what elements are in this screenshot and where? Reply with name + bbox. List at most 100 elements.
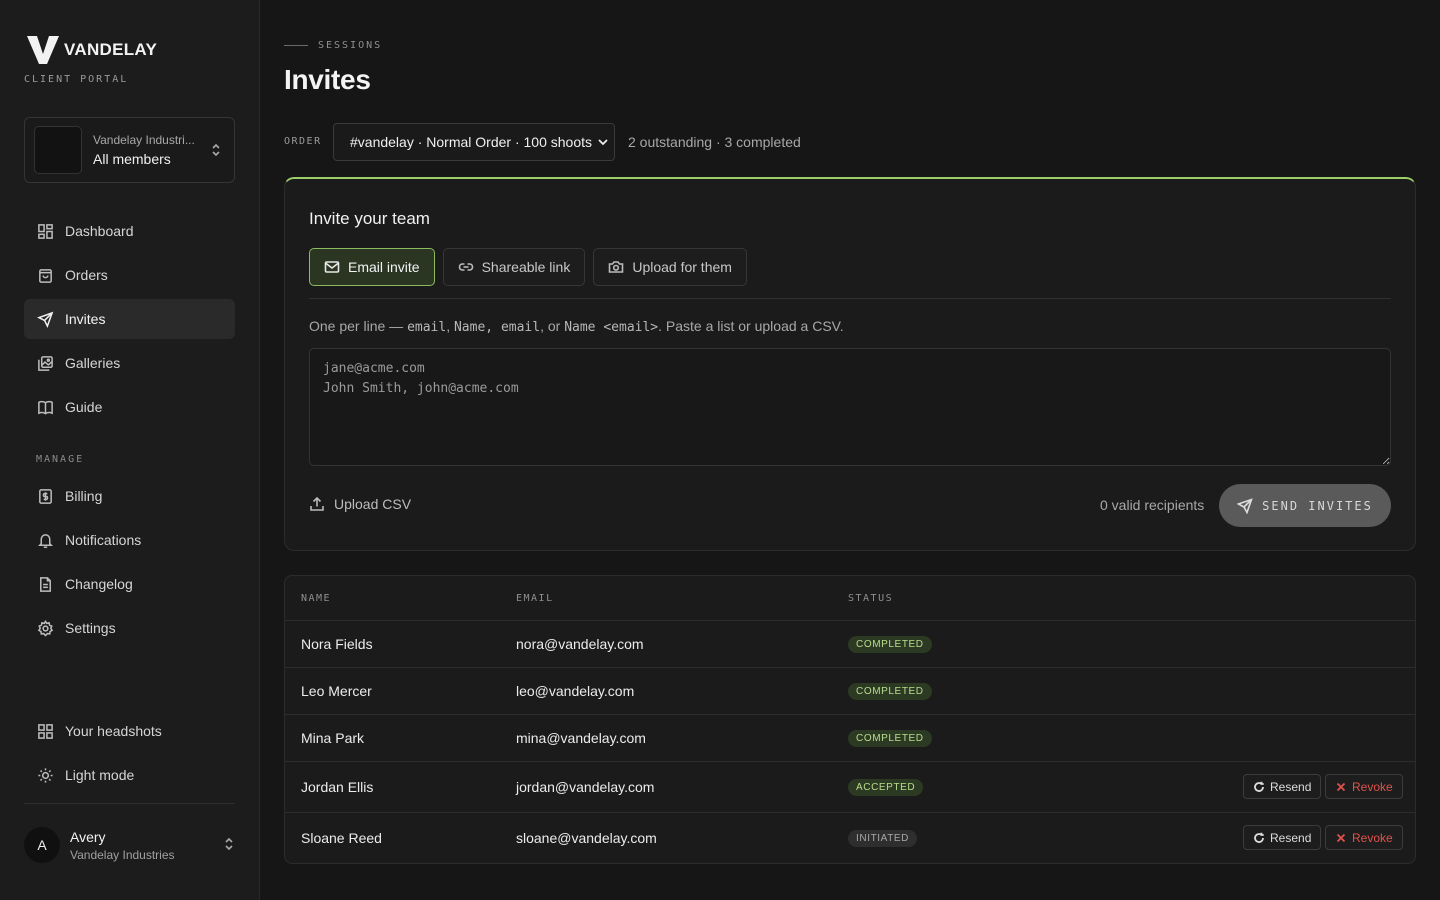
send-icon [36,311,53,328]
tab-shareable-link[interactable]: Shareable link [442,248,586,286]
nav-label: Changelog [65,576,133,592]
row-email: mina@vandelay.com [516,730,646,746]
order-label: ORDER [284,136,322,147]
row-name: Sloane Reed [301,830,382,846]
row-email: sloane@vandelay.com [516,830,657,846]
breadcrumb: SESSIONS [284,40,382,51]
nav-label: Notifications [65,532,142,548]
nav-label: Invites [65,311,106,327]
hint-code: Name <email> [564,320,659,335]
upload-csv-label: Upload CSV [334,496,412,512]
table-row: Leo Mercer leo@vandelay.com COMPLETED [285,668,1415,715]
nav-item-orders[interactable]: Orders [24,255,235,295]
refresh-icon [1254,781,1264,792]
book-icon [37,400,53,415]
dashboard-icon [37,223,53,239]
revoke-label: Revoke [1352,830,1393,845]
resend-label: Resend [1270,830,1312,845]
nav-label: Guide [65,399,103,415]
revoke-button[interactable]: Revoke [1325,774,1403,799]
tab-email-invite[interactable]: Email invite [309,248,435,286]
table-row: Jordan Ellis jordan@vandelay.com ACCEPTE… [285,762,1415,813]
nav-label: Orders [65,267,108,283]
camera-icon [609,261,624,273]
refresh-icon [1254,832,1264,843]
billing-icon [38,488,52,504]
column-header-status: STATUS [848,593,894,604]
recipients-textarea[interactable] [309,348,1391,466]
table-row: Mina Park mina@vandelay.com COMPLETED [285,715,1415,762]
nav-item-notifications[interactable]: Notifications [24,520,235,560]
nav-item-billing[interactable]: Billing [24,476,235,516]
nav-item-galleries[interactable]: Galleries [24,343,235,383]
row-email: nora@vandelay.com [516,636,644,652]
table-header: NAME EMAIL STATUS [285,576,1415,621]
brand-logo[interactable]: VANDELAY [26,34,157,66]
gear-icon [37,619,53,637]
tab-upload-for-them[interactable]: Upload for them [593,248,747,286]
revoke-label: Revoke [1352,779,1393,794]
nav-label: Settings [65,620,116,636]
document-icon [39,576,51,592]
chevron-down-icon [598,139,608,146]
nav-item-your-headshots[interactable]: Your headshots [24,711,235,751]
nav-item-light-mode[interactable]: Light mode [24,755,235,795]
breadcrumb-line [284,45,308,46]
bell-icon [37,533,53,548]
row-name: Leo Mercer [301,683,372,699]
nav-item-guide[interactable]: Guide [24,387,235,427]
primary-nav: Dashboard Orders Invites Galleries Guide [24,211,235,431]
upload-icon [310,496,324,511]
org-logo [34,126,82,174]
vandelay-logo-icon [27,36,59,64]
org-name: Vandelay Industri... [93,133,195,147]
nav-section-manage: MANAGE [36,454,85,465]
row-email: jordan@vandelay.com [516,779,655,795]
user-name: Avery [70,828,106,845]
brand-name: VANDELAY [64,40,158,59]
order-status-summary: 2 outstanding · 3 completed [628,134,801,150]
footer-nav: Your headshots Light mode [24,711,235,799]
row-name: Jordan Ellis [301,779,374,795]
sun-icon [37,767,53,783]
sidebar-divider [24,803,235,804]
user-menu[interactable]: A Avery Vandelay Industries [24,826,235,864]
nav-label: Your headshots [65,723,162,739]
column-header-email: EMAIL [516,593,554,604]
tab-label: Email invite [348,259,420,275]
resend-button[interactable]: Resend [1243,774,1322,799]
shopping-bag-icon [38,268,52,283]
revoke-button[interactable]: Revoke [1325,825,1403,850]
column-header-name: NAME [301,593,332,604]
resend-button[interactable]: Resend [1243,825,1322,850]
nav-item-changelog[interactable]: Changelog [24,564,235,604]
upload-csv-button[interactable]: Upload CSV [309,496,411,512]
nav-item-settings[interactable]: Settings [24,608,235,648]
sidebar: VANDELAY CLIENT PORTAL Vandelay Industri… [0,0,260,900]
brand-subtitle: CLIENT PORTAL [24,74,129,85]
nav-item-invites[interactable]: Invites [24,299,235,339]
org-switcher[interactable]: Vandelay Industri... All members [24,117,235,183]
chevron-up-down-icon [212,143,220,157]
row-name: Nora Fields [301,636,373,652]
link-icon [458,263,473,271]
invites-table: NAME EMAIL STATUS Nora Fields nora@vande… [284,575,1416,864]
send-invites-button[interactable]: SEND INVITES [1219,484,1391,527]
close-icon [1336,833,1346,842]
nav-item-dashboard[interactable]: Dashboard [24,211,235,251]
gallery-icon [37,355,53,371]
tab-label: Upload for them [632,259,732,275]
tab-label: Shareable link [481,259,571,275]
page-title: Invites [284,64,371,95]
order-select[interactable]: #vandelay · Normal Order · 100 shoots [333,123,615,161]
invite-card: Invite your team Email invite Shareable … [284,177,1416,551]
user-org: Vandelay Industries [70,847,175,862]
hint-text: One per line — [309,318,408,334]
status-badge: ACCEPTED [848,779,924,796]
row-email: leo@vandelay.com [516,683,635,699]
recipient-format-hint: One per line — email, Name, email, or Na… [309,318,844,335]
avatar: A [24,827,60,863]
manage-nav: Billing Notifications Changelog Settings [24,476,235,652]
resend-label: Resend [1270,779,1312,794]
nav-label: Light mode [65,767,135,783]
